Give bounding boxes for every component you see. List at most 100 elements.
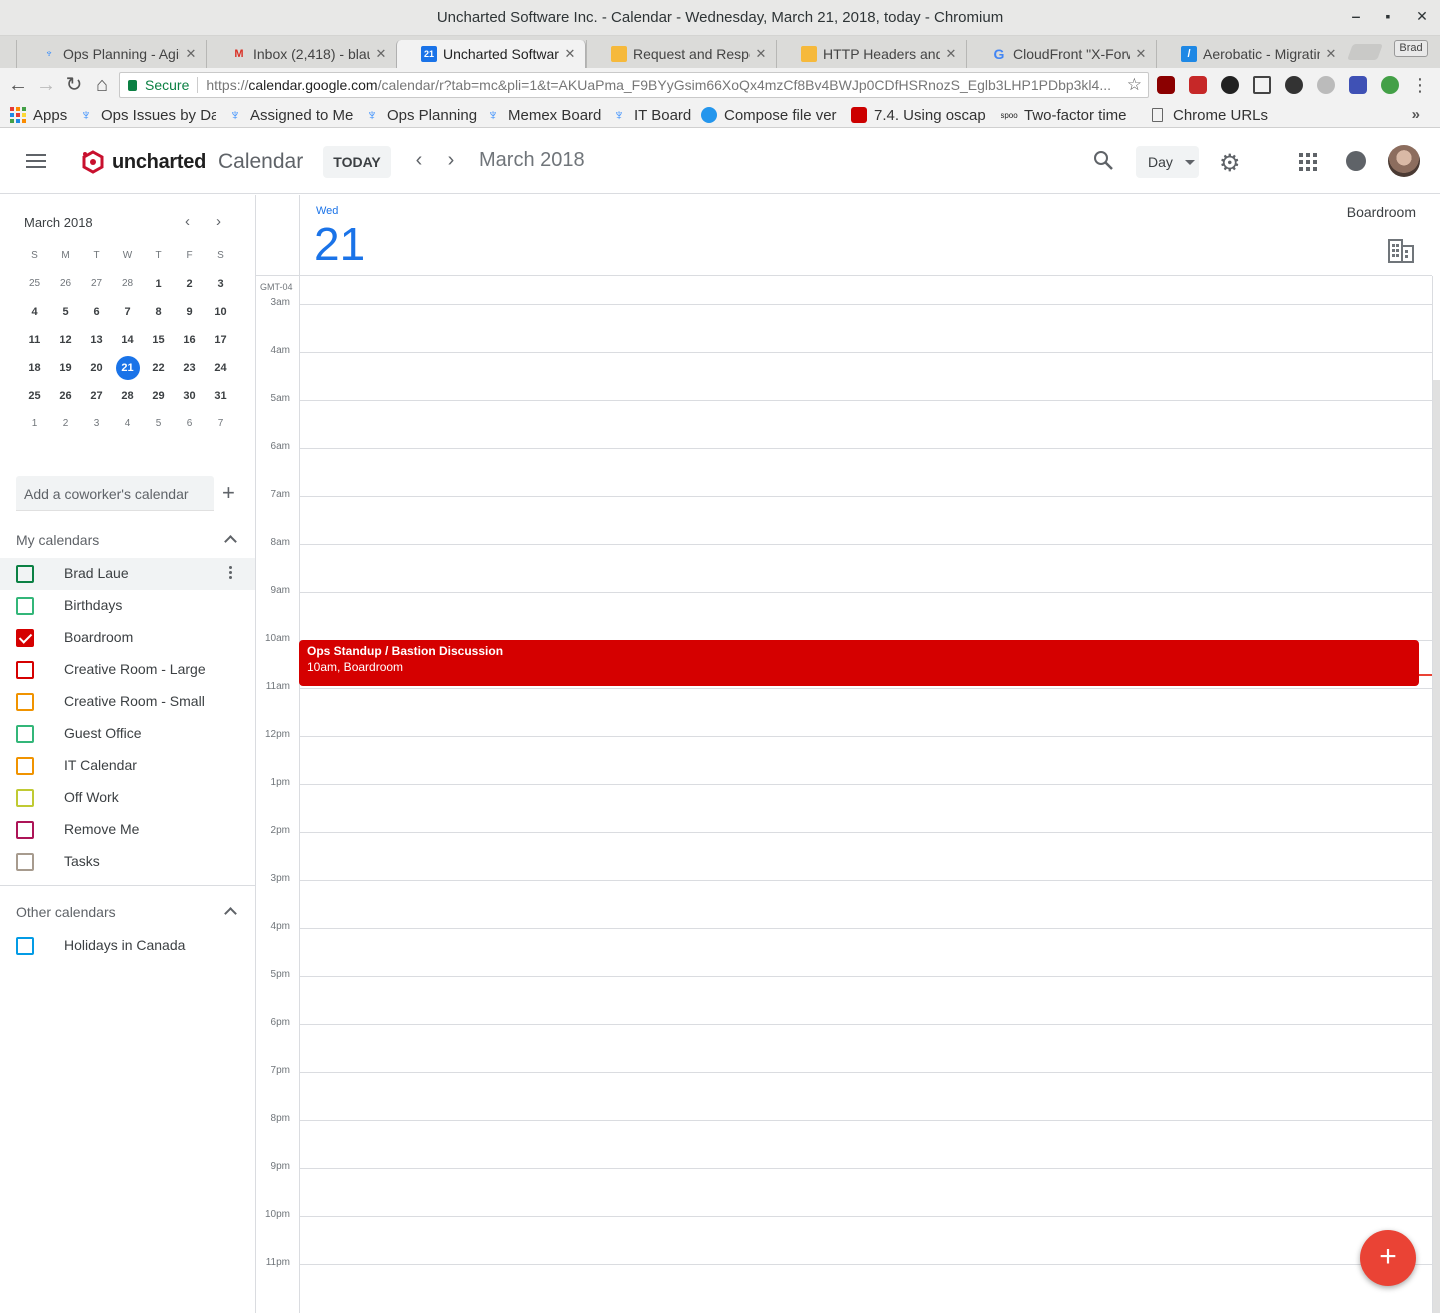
back-icon[interactable]: ← xyxy=(6,73,30,97)
mini-day[interactable]: 5 xyxy=(143,412,174,436)
browser-tab[interactable]: HTTP Headers and C ✕ xyxy=(776,40,966,68)
mini-day[interactable]: 4 xyxy=(19,300,50,324)
hour-slot[interactable]: 12pm xyxy=(256,729,1432,784)
hour-slot[interactable]: 9am xyxy=(256,585,1432,640)
bookmark-item[interactable]: ♆ Ops Planning xyxy=(364,105,477,125)
green-extension-icon[interactable] xyxy=(1381,76,1399,94)
close-tab-icon[interactable]: ✕ xyxy=(1324,46,1338,62)
secure-indicator[interactable]: Secure xyxy=(128,77,189,93)
mini-day[interactable]: 1 xyxy=(143,272,174,296)
hour-slot[interactable]: 11am xyxy=(256,681,1432,736)
new-tab-button[interactable] xyxy=(1347,44,1383,60)
mini-day[interactable]: 3 xyxy=(205,272,236,296)
hour-slot[interactable]: 3am xyxy=(256,297,1432,352)
bookmark-item[interactable]: 7.4. Using oscap xyxy=(851,105,986,125)
mini-day[interactable]: 28 xyxy=(112,384,143,408)
hour-slot[interactable]: 10pm xyxy=(256,1209,1432,1264)
mini-day[interactable]: 19 xyxy=(50,356,81,380)
calendar-checkbox[interactable] xyxy=(16,661,34,679)
calendar-item[interactable]: Birthdays xyxy=(0,590,255,622)
mini-day[interactable]: 11 xyxy=(19,328,50,352)
calendar-checkbox[interactable] xyxy=(16,853,34,871)
calendar-item[interactable]: Brad Laue xyxy=(0,558,255,590)
next-period-icon[interactable]: › xyxy=(441,149,461,172)
close-tab-icon[interactable]: ✕ xyxy=(184,46,198,62)
mini-day[interactable]: 26 xyxy=(50,272,81,296)
collapse-chevron-icon[interactable] xyxy=(224,905,236,917)
mini-day[interactable]: 6 xyxy=(81,300,112,324)
bookmark-item[interactable]: ♆ IT Board xyxy=(611,105,691,125)
shield-extension-icon[interactable] xyxy=(1189,76,1207,94)
calendar-item[interactable]: Creative Room - Large xyxy=(0,654,255,686)
mini-day[interactable]: 4 xyxy=(112,412,143,436)
hour-slot[interactable]: 9pm xyxy=(256,1161,1432,1216)
add-calendar-plus-icon[interactable]: + xyxy=(222,480,235,506)
hour-slot[interactable]: 1pm xyxy=(256,777,1432,832)
browser-tab[interactable]: M Inbox (2,418) - blau ✕ xyxy=(206,40,396,68)
hour-slot[interactable]: 3pm xyxy=(256,873,1432,928)
calendar-item[interactable]: IT Calendar xyxy=(0,750,255,782)
hour-slot[interactable]: 5am xyxy=(256,393,1432,448)
search-icon[interactable] xyxy=(1093,150,1115,172)
my-calendars-heading[interactable]: My calendars xyxy=(16,532,99,548)
app-logo[interactable]: uncharted Calendar xyxy=(82,150,303,174)
save-extension-icon[interactable] xyxy=(1349,76,1367,94)
calendar-checkbox[interactable] xyxy=(16,597,34,615)
reload-icon[interactable]: ↻ xyxy=(62,73,86,97)
settings-gear-icon[interactable]: ⚙ xyxy=(1219,149,1241,178)
mini-day[interactable]: 17 xyxy=(205,328,236,352)
bookmark-item[interactable]: Chrome URLs xyxy=(1152,105,1268,125)
mini-day[interactable]: 30 xyxy=(174,384,205,408)
calendar-options-icon[interactable] xyxy=(229,566,233,581)
bookmark-item[interactable]: ♆ Memex Board xyxy=(485,105,601,125)
calendar-checkbox[interactable] xyxy=(16,937,34,955)
mini-day[interactable]: 18 xyxy=(19,356,50,380)
mini-prev-month-icon[interactable]: ‹ xyxy=(185,213,190,230)
paw-extension-icon[interactable] xyxy=(1285,76,1303,94)
main-menu-icon[interactable] xyxy=(26,154,46,168)
calendar-checkbox[interactable] xyxy=(16,757,34,775)
mini-day[interactable]: 28 xyxy=(112,272,143,296)
mini-day[interactable]: 27 xyxy=(81,384,112,408)
browser-tab[interactable]: / Aerobatic - Migratin ✕ xyxy=(1156,40,1346,68)
hour-slot[interactable]: 8pm xyxy=(256,1113,1432,1168)
hour-slot[interactable]: 6am xyxy=(256,441,1432,496)
mini-day-today[interactable]: 21 xyxy=(112,356,143,380)
calendar-item[interactable]: Creative Room - Small xyxy=(0,686,255,718)
mini-day[interactable]: 7 xyxy=(205,412,236,436)
calendar-item[interactable]: Tasks xyxy=(0,846,255,878)
sync-extension-icon[interactable] xyxy=(1317,76,1335,94)
mini-day[interactable]: 13 xyxy=(81,328,112,352)
hour-slot[interactable]: 4am xyxy=(256,345,1432,400)
google-apps-icon[interactable] xyxy=(1299,153,1317,171)
calendar-item[interactable]: Off Work xyxy=(0,782,255,814)
close-window-button[interactable]: ✕ xyxy=(1412,8,1432,25)
calendar-checkbox[interactable] xyxy=(16,725,34,743)
hour-slot[interactable]: 4pm xyxy=(256,921,1432,976)
account-avatar[interactable] xyxy=(1388,145,1420,177)
hour-slot[interactable]: 7pm xyxy=(256,1065,1432,1120)
mini-day[interactable]: 9 xyxy=(174,300,205,324)
hour-slot[interactable]: 5pm xyxy=(256,969,1432,1024)
hour-slot[interactable]: 11pm xyxy=(256,1257,1432,1312)
calendar-checkbox[interactable] xyxy=(16,629,34,647)
day-number[interactable]: 21 xyxy=(314,217,365,271)
time-grid[interactable]: 3am 4am 5am 6am 7am 8am 9am 10am 11am 12pm 1pm 2pm 3… xyxy=(256,276,1440,1313)
mini-day[interactable]: 20 xyxy=(81,356,112,380)
browser-tab[interactable]: Request and Respon ✕ xyxy=(586,40,776,68)
profile-chip[interactable]: Brad xyxy=(1394,40,1428,57)
calendar-event[interactable]: Ops Standup / Bastion Discussion 10am, Bo… xyxy=(299,640,1419,686)
mini-day[interactable]: 5 xyxy=(50,300,81,324)
mini-day[interactable]: 12 xyxy=(50,328,81,352)
bookmarks-overflow-icon[interactable]: » xyxy=(1412,106,1420,123)
mini-day[interactable]: 22 xyxy=(143,356,174,380)
forward-icon[interactable]: → xyxy=(34,73,58,97)
bookmark-item[interactable]: Compose file ver xyxy=(701,105,839,125)
calendar-item[interactable]: Remove Me xyxy=(0,814,255,846)
menu-kebab-icon[interactable]: ⋮ xyxy=(1408,73,1432,97)
mini-day[interactable]: 2 xyxy=(174,272,205,296)
mini-day[interactable]: 29 xyxy=(143,384,174,408)
close-tab-icon[interactable]: ✕ xyxy=(1134,46,1148,62)
previous-period-icon[interactable]: ‹ xyxy=(409,149,429,172)
dark-reader-icon[interactable] xyxy=(1221,76,1239,94)
